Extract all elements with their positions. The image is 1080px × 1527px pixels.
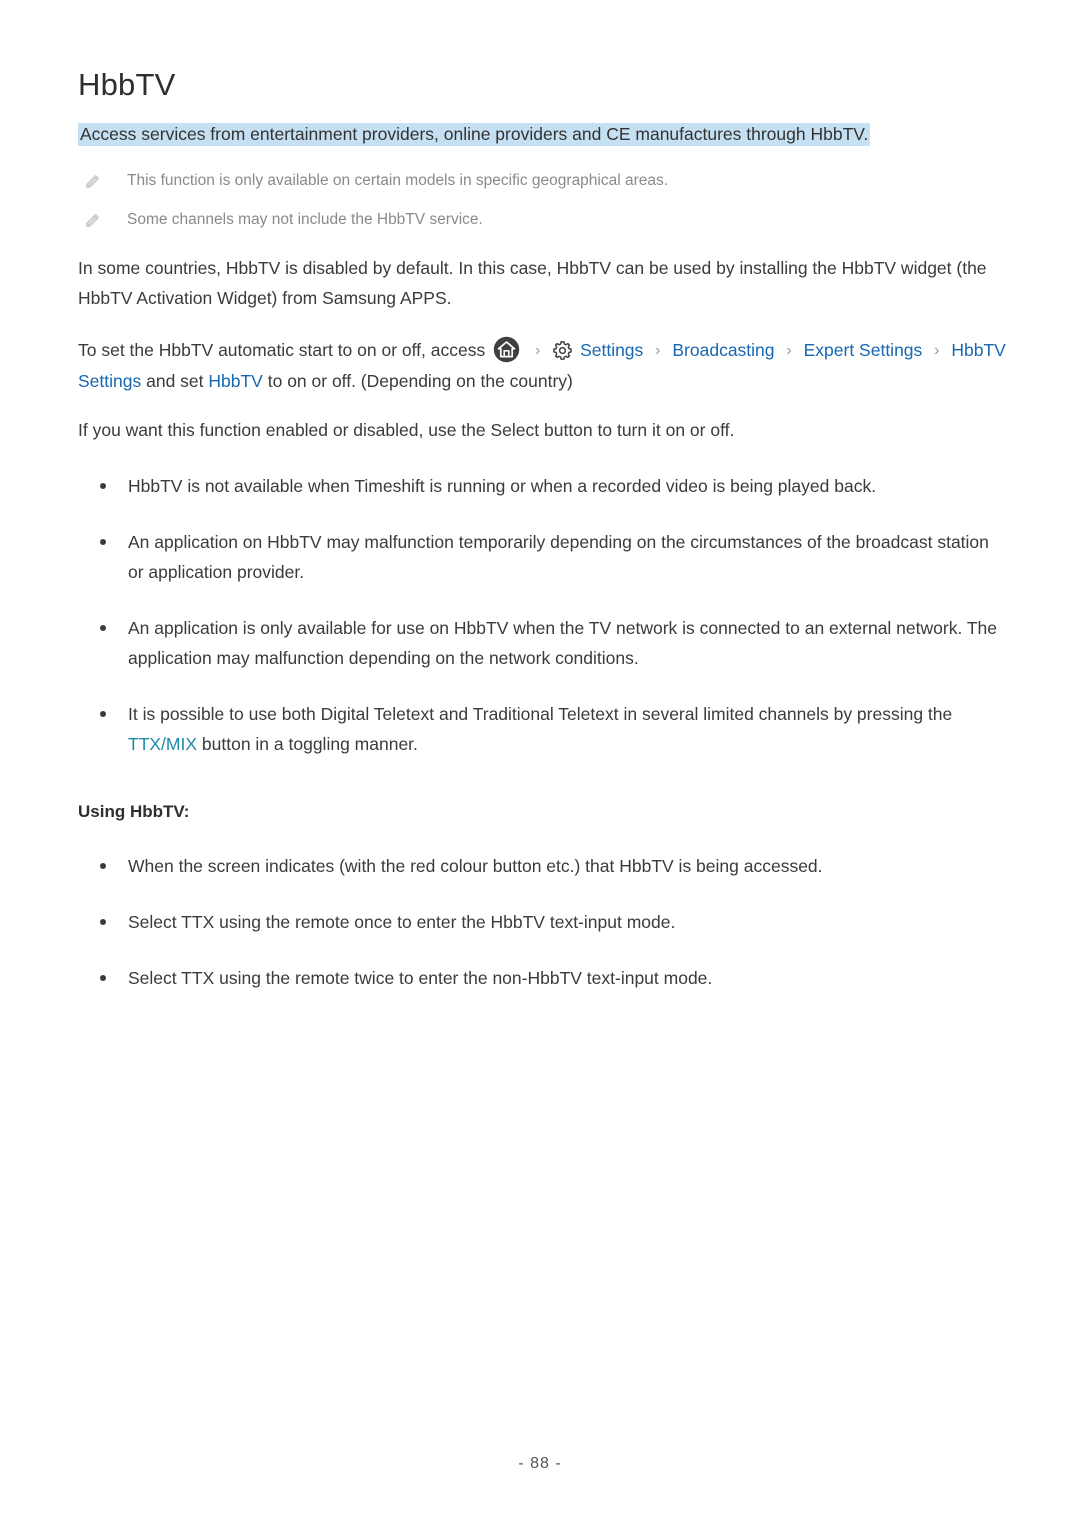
list-item: An application on HbbTV may malfunction …: [78, 527, 1008, 587]
chevron-right-icon: ›: [534, 342, 541, 360]
list-item-teletext: It is possible to use both Digital Telet…: [78, 699, 1008, 759]
chevron-right-icon: ›: [786, 342, 792, 360]
intro-paragraph: In some countries, HbbTV is disabled by …: [78, 258, 987, 309]
list-item-text: Select TTX using the remote once to ente…: [128, 911, 676, 932]
gear-icon[interactable]: [552, 340, 573, 361]
highlight-banner-text: Access services from entertainment provi…: [78, 123, 871, 147]
breadcrumb-tail-and-set: and set: [146, 370, 204, 391]
bullet-dot-icon: [100, 711, 106, 718]
highlight-banner: Access services from entertainment provi…: [78, 119, 1008, 150]
breadcrumb-item-hbbtv-wrap[interactable]: HbbTV: [208, 371, 262, 391]
breadcrumb-tail-on-off: to on or off. (Depending on the country): [267, 370, 573, 391]
list-item: HbbTV is not available when Timeshift is…: [78, 471, 1008, 501]
breadcrumb-item-broadcasting[interactable]: Broadcasting: [672, 340, 774, 360]
breadcrumb-item-settings-wrap[interactable]: Settings: [78, 371, 141, 391]
main-bullet-list: HbbTV is not available when Timeshift is…: [78, 471, 1008, 760]
bullet-dot-icon: [100, 974, 106, 981]
document-page: HbbTV Access services from entertainment…: [0, 0, 1080, 1527]
chevron-right-icon: ›: [934, 342, 940, 360]
breadcrumb-lead-text: To set the HbbTV automatic start to on o…: [78, 340, 486, 361]
teletext-suffix: button in a toggling manner.: [201, 734, 418, 755]
list-item: An application is only available for use…: [78, 613, 1008, 673]
note-item: Some channels may not include the HbbTV …: [78, 209, 1008, 231]
list-item-text: When the screen indicates (with the red …: [128, 855, 823, 876]
chevron-right-icon: ›: [655, 342, 661, 360]
home-icon[interactable]: [493, 336, 520, 363]
list-item-text: HbbTV is not available when Timeshift is…: [128, 475, 877, 496]
teletext-prefix: It is possible to use both Digital Telet…: [128, 704, 953, 725]
bullet-dot-icon: [100, 862, 106, 869]
page-number: - 88 -: [518, 1455, 562, 1472]
ttx-mix-key-label: TTX/MIX: [128, 734, 198, 755]
pencil-icon: [84, 212, 101, 229]
bullet-dot-icon: [100, 538, 106, 545]
section-subheading: Using HbbTV:: [78, 802, 190, 822]
note-item: This function is only available on certa…: [78, 170, 1008, 192]
list-item: When the screen indicates (with the red …: [78, 851, 1008, 881]
breadcrumb-item-hbbtv[interactable]: HbbTV: [951, 340, 1005, 360]
select-button-paragraph: If you want this function enabled or dis…: [78, 419, 735, 440]
list-item-text: Select TTX using the remote twice to ent…: [128, 967, 713, 988]
bullet-dot-icon: [100, 482, 106, 489]
using-bullet-list: When the screen indicates (with the red …: [78, 851, 1008, 993]
notes-list: This function is only available on certa…: [78, 170, 1008, 231]
page-title: HbbTV: [78, 67, 176, 102]
note-text: This function is only available on certa…: [127, 171, 669, 189]
bullet-dot-icon: [100, 624, 106, 631]
list-item: Select TTX using the remote once to ente…: [78, 907, 1008, 937]
breadcrumb-item-settings[interactable]: Settings: [580, 340, 643, 360]
breadcrumb-item-expert-settings[interactable]: Expert Settings: [804, 340, 923, 360]
list-item-text: An application is only available for use…: [128, 617, 998, 668]
list-item-text: An application on HbbTV may malfunction …: [128, 531, 989, 582]
page-content: HbbTV Access services from entertainment…: [78, 0, 1008, 993]
note-text: Some channels may not include the HbbTV …: [127, 211, 483, 229]
bullet-dot-icon: [100, 918, 106, 925]
breadcrumb-paragraph: To set the HbbTV automatic start to on o…: [78, 335, 1008, 396]
pencil-icon: [84, 173, 101, 190]
list-item: Select TTX using the remote twice to ent…: [78, 963, 1008, 993]
list-item-text: It is possible to use both Digital Telet…: [128, 699, 1008, 759]
